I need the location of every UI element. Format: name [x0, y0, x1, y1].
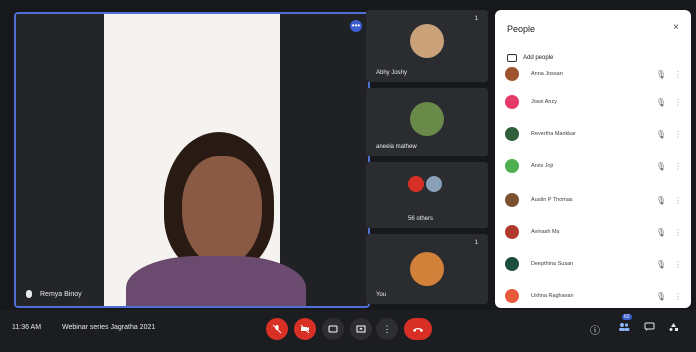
mic-toggle-button[interactable] — [266, 318, 288, 340]
participant-count: 1 — [474, 16, 478, 22]
close-icon[interactable]: × — [673, 22, 679, 33]
mic-off-icon — [272, 324, 282, 334]
more-options-icon[interactable]: ⋮ — [671, 228, 685, 237]
participant-avatar — [408, 176, 424, 192]
self-name: You — [376, 292, 387, 298]
more-vert-icon: ⋮ — [382, 323, 392, 334]
meeting-controls-bar: 11:36 AM Webinar series Jagratha 2021 ⋮ … — [0, 310, 696, 352]
participant-row[interactable]: Deepthina Susan 🎙︎ ⋮ — [505, 254, 685, 274]
main-speaker-tile[interactable]: ••• Remya Binoy — [14, 12, 370, 308]
participant-avatar — [505, 225, 519, 239]
people-icon[interactable] — [618, 322, 630, 335]
captions-icon — [328, 325, 338, 333]
people-group-icon — [619, 323, 630, 331]
participant-name-label: Remya Binoy — [26, 290, 82, 298]
captions-button[interactable] — [322, 318, 344, 340]
participant-avatar — [426, 176, 442, 192]
participant-row[interactable]: Revertha Mankkar 🎙︎ ⋮ — [505, 124, 685, 144]
mic-off-icon: 🎙︎ — [655, 129, 667, 139]
people-count-badge: 62 — [622, 314, 632, 320]
participant-name: Revertha Mankkar — [531, 131, 576, 137]
more-options-icon[interactable]: ⋮ — [671, 70, 685, 79]
more-options-icon[interactable]: ⋮ — [671, 130, 685, 139]
chat-icon[interactable] — [644, 322, 655, 335]
mic-off-icon: 🎙︎ — [655, 259, 667, 269]
participant-name: Anna Jossan — [531, 71, 563, 77]
participant-name: Austin P Thomas — [531, 197, 573, 203]
participant-name: Remya Binoy — [40, 290, 82, 298]
participant-count: 1 — [474, 240, 478, 246]
participant-name: Jossi Anzy — [531, 99, 557, 105]
hang-up-icon — [413, 328, 423, 332]
mic-off-icon: 🎙︎ — [655, 161, 667, 171]
speaker-body — [126, 256, 306, 306]
more-options-icon[interactable]: ⋮ — [671, 98, 685, 107]
more-options-icon[interactable]: ⋮ — [671, 292, 685, 301]
camera-toggle-button[interactable] — [294, 318, 316, 340]
participant-name: Arvis Joji — [531, 163, 554, 169]
participant-row[interactable]: Avinash Ms 🎙︎ ⋮ — [505, 222, 685, 242]
participant-row[interactable]: Jossi Anzy 🎙︎ ⋮ — [505, 92, 685, 112]
add-people-label: Add people — [523, 55, 554, 61]
panel-title: People — [507, 24, 536, 34]
present-screen-icon — [356, 325, 366, 333]
tile-options-button[interactable]: ••• — [350, 20, 362, 32]
mic-off-icon: 🎙︎ — [655, 69, 667, 79]
meeting-title: Webinar series Jagratha 2021 — [62, 324, 156, 331]
more-options-icon[interactable]: ⋮ — [671, 162, 685, 171]
participant-name: Avinash Ms — [531, 229, 560, 235]
mic-off-icon: 🎙︎ — [655, 195, 667, 205]
chat-bubble-icon — [644, 322, 655, 331]
others-tile[interactable]: 56 others — [366, 162, 488, 228]
participant-name: Ushna Raghavan — [531, 293, 574, 299]
speaker-face — [182, 156, 262, 266]
participant-avatar — [410, 24, 444, 58]
participant-avatar — [505, 95, 519, 109]
participant-row[interactable]: Ushna Raghavan 🎙︎ ⋮ — [505, 286, 685, 306]
participant-row[interactable]: Anna Jossan 🎙︎ ⋮ — [505, 64, 685, 84]
participant-row[interactable]: Arvis Joji 🎙︎ ⋮ — [505, 156, 685, 176]
self-tile[interactable]: 1 You — [366, 234, 488, 304]
self-avatar — [410, 252, 444, 286]
meeting-time: 11:36 AM — [12, 324, 42, 331]
info-icon[interactable]: ⓘ — [590, 322, 600, 337]
more-options-button[interactable]: ⋮ — [376, 318, 398, 340]
participant-name: aneela mathew — [376, 144, 417, 150]
participant-avatar — [505, 159, 519, 173]
participant-avatar — [505, 127, 519, 141]
participant-tile[interactable]: 1 Abhy Joshy — [366, 10, 488, 82]
video-background — [280, 14, 368, 306]
participant-avatar — [505, 67, 519, 81]
video-background — [16, 14, 104, 306]
participant-avatar — [505, 257, 519, 271]
more-options-icon[interactable]: ⋮ — [671, 260, 685, 269]
participant-avatar — [505, 289, 519, 303]
add-people-button[interactable]: Add people — [507, 54, 553, 62]
activities-icon[interactable] — [668, 322, 679, 335]
mic-off-icon: 🎙︎ — [655, 227, 667, 237]
participant-avatar — [505, 193, 519, 207]
participant-name: Abhy Joshy — [376, 70, 408, 76]
pin-icon — [26, 290, 32, 298]
mic-off-icon: 🎙︎ — [655, 291, 667, 301]
participant-row[interactable]: Austin P Thomas 🎙︎ ⋮ — [505, 190, 685, 210]
mic-off-icon: 🎙︎ — [655, 97, 667, 107]
shapes-icon — [669, 323, 678, 331]
present-button[interactable] — [350, 318, 372, 340]
people-panel: People × Add people Anna Jossan 🎙︎ ⋮ Jos… — [495, 10, 691, 308]
camera-off-icon — [300, 324, 310, 334]
participant-avatar — [410, 102, 444, 136]
others-count-label: 56 others — [408, 216, 434, 222]
participant-tile[interactable]: aneela mathew — [366, 88, 488, 156]
more-options-icon[interactable]: ⋮ — [671, 196, 685, 205]
end-call-button[interactable] — [404, 318, 432, 340]
participant-name: Deepthina Susan — [531, 261, 574, 267]
add-person-icon — [507, 54, 517, 62]
